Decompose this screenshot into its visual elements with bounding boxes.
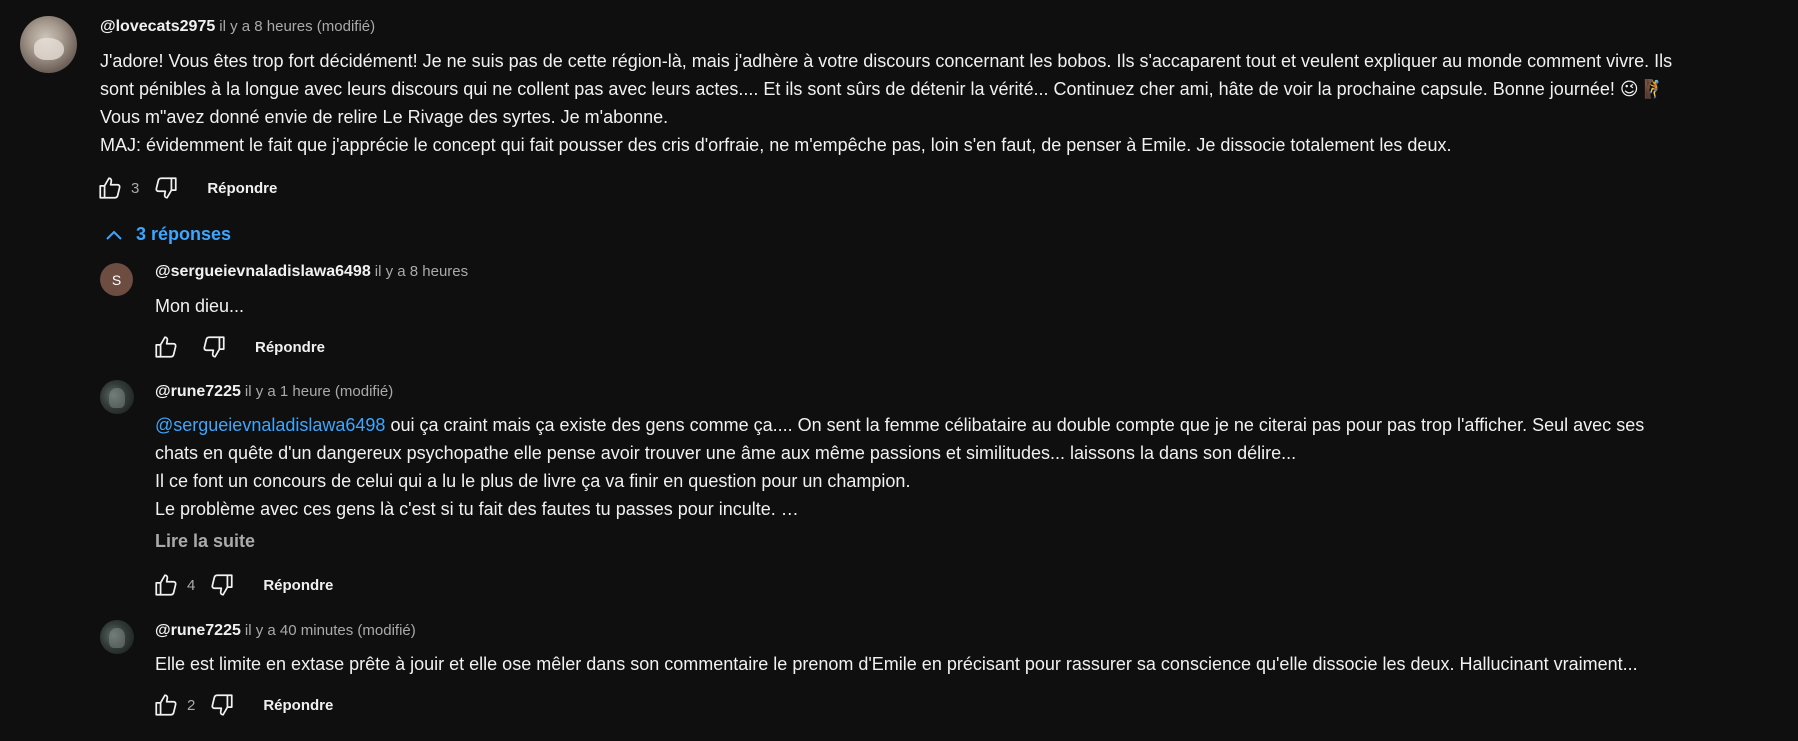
comment-actions: 3 Répondre [93,171,277,205]
reply-header: @rune7225 il y a 40 minutes (modifié) [155,622,416,640]
thumbs-up-icon [99,177,121,199]
replies-count-label: 3 réponses [136,224,232,244]
dislike-button[interactable] [149,171,183,205]
reply-header: @rune7225 il y a 1 heure (modifié) [155,383,393,401]
thumbs-down-icon [211,574,233,596]
reply-actions: Répondre [149,330,325,364]
reply-line-text: oui ça craint mais ça existe des gens co… [385,415,1645,435]
reply-button[interactable]: Répondre [255,339,325,356]
like-count: 4 [187,576,196,594]
chevron-up-icon [106,230,122,240]
timestamp[interactable]: il y a 40 minutes (modifié) [245,622,416,639]
dislike-button[interactable] [205,568,239,602]
author-name[interactable]: @rune7225 [155,622,241,639]
thumbs-up-icon [155,574,177,596]
reply-text: Elle est limite en extase prête à jouir … [155,654,1638,674]
like-count: 3 [131,179,140,197]
author-name[interactable]: @rune7225 [155,383,241,400]
author-avatar[interactable] [20,16,77,73]
reply-button[interactable]: Répondre [207,180,277,197]
thumbs-down-icon [211,694,233,716]
reply-line: chats en quête d'un dangereux psychopath… [155,443,1297,463]
reply-avatar[interactable]: S [100,263,133,296]
thumbs-down-icon [203,336,225,358]
dislike-button[interactable] [205,688,239,722]
like-button[interactable] [93,171,127,205]
timestamp[interactable]: il y a 1 heure (modifié) [245,383,393,400]
comment-line: J'adore! Vous êtes trop fort décidément!… [100,51,1673,71]
comment-line: MAJ: évidemment le fait que j'apprécie l… [100,135,1452,155]
like-button[interactable] [149,330,183,364]
reply-text: Mon dieu... [155,296,245,316]
reply-avatar[interactable] [100,620,134,654]
reply-actions: 2 Répondre [149,688,333,722]
dislike-button[interactable] [197,330,231,364]
thumbs-up-icon [155,694,177,716]
comment-header: @lovecats2975 il y a 8 heures (modifié) [100,18,375,36]
reply-button[interactable]: Répondre [263,577,333,594]
reply-avatar[interactable] [100,380,134,414]
reply-line: Le problème avec ces gens là c'est si tu… [155,499,799,519]
comment-line: Vous m"avez donné envie de relire Le Riv… [100,107,669,127]
comment-line: sont pénibles à la longue avec leurs dis… [100,79,1667,99]
author-name[interactable]: @lovecats2975 [100,18,215,35]
read-more-button[interactable]: Lire la suite [155,531,255,552]
like-count: 2 [187,696,196,714]
author-name[interactable]: @sergueievnaladislawa6498 [155,263,371,280]
reply-actions: 4 Répondre [149,568,333,602]
like-button[interactable] [149,688,183,722]
thumbs-down-icon [155,177,177,199]
mention-link[interactable]: @sergueievnaladislawa6498 [155,415,385,435]
timestamp[interactable]: il y a 8 heures (modifié) [219,18,375,35]
thumbs-up-icon [155,336,177,358]
like-button[interactable] [149,568,183,602]
reply-button[interactable]: Répondre [263,697,333,714]
reply-line: @sergueievnaladislawa6498 oui ça craint … [155,411,1644,439]
replies-toggle-button[interactable]: 3 réponses [104,224,231,245]
reply-header: @sergueievnaladislawa6498 il y a 8 heures [155,263,468,281]
timestamp[interactable]: il y a 8 heures [375,263,468,280]
reply-line: Il ce font un concours de celui qui a lu… [155,471,911,491]
